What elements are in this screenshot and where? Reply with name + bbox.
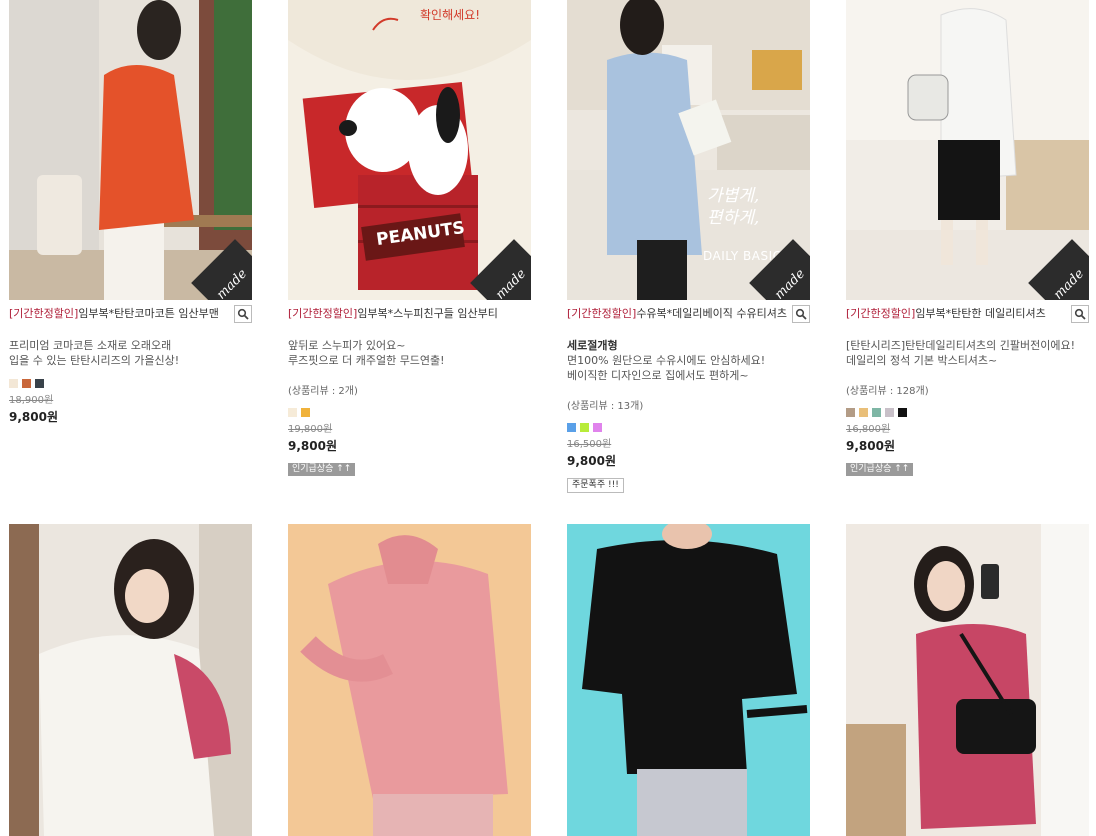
product-card[interactable]	[9, 524, 252, 836]
promo-line: 가볍게,	[707, 186, 760, 206]
color-swatches	[9, 379, 252, 388]
product-title[interactable]: [기간한정할인]임부복*탄탄코마코튼 임산부맨	[9, 303, 229, 325]
title-text: 임부복*탄탄코마코튼 임산부맨	[78, 307, 219, 320]
search-icon	[1074, 308, 1086, 320]
color-swatch	[885, 408, 894, 417]
desc-line: 면100% 원단으로 수유시에도 안심하세요!	[567, 354, 766, 367]
product-photo	[288, 524, 531, 836]
product-card[interactable]: made [기간한정할인]임부복*탄탄한 데일리티셔츠 [탄탄시리즈]탄탄데일리…	[846, 0, 1089, 476]
product-image[interactable]: made	[9, 0, 252, 300]
product-photo	[846, 0, 1089, 300]
handwritten-note: 확인해세요!	[420, 8, 481, 22]
product-title[interactable]: [기간한정할인]임부복*스누피친구들 임산부티	[288, 303, 508, 325]
color-swatch	[35, 379, 44, 388]
color-swatch	[872, 408, 881, 417]
review-count[interactable]: (상품리뷰 : 13개)	[567, 397, 810, 412]
status-badge: 주문폭주 !!!	[567, 478, 624, 493]
desc-line: 프리미엄 코마코튼 소재로 오래오래	[9, 339, 172, 352]
status-badge: 인기급상승 ↑↑	[846, 463, 914, 476]
product-image[interactable]	[288, 524, 531, 836]
zoom-button[interactable]	[1071, 305, 1089, 323]
product-image[interactable]	[846, 524, 1089, 836]
review-count[interactable]: (상품리뷰 : 128개)	[846, 382, 1089, 397]
product-photo	[846, 524, 1089, 836]
promo-line: 편하게,	[707, 208, 760, 228]
product-title[interactable]: [기간한정할인]임부복*탄탄한 데일리티셔츠	[846, 303, 1066, 325]
desc-line: 입을 수 있는 탄탄시리즈의 가을신상!	[9, 354, 180, 367]
desc-line: 데일리의 정석 기본 박스티셔츠~	[846, 354, 998, 367]
product-desc: 프리미엄 코마코튼 소재로 오래오래 입을 수 있는 탄탄시리즈의 가을신상!	[9, 338, 252, 368]
color-swatch	[898, 408, 907, 417]
color-swatch	[22, 379, 31, 388]
product-card[interactable]	[567, 524, 810, 836]
title-prefix: [기간한정할인]	[567, 307, 637, 320]
original-price: 16,800원	[846, 424, 891, 435]
search-icon	[795, 308, 807, 320]
color-swatches	[288, 408, 531, 417]
title-prefix: [기간한정할인]	[9, 307, 79, 320]
color-swatch	[567, 423, 576, 432]
original-price: 16,500원	[567, 439, 612, 450]
color-swatches	[567, 423, 810, 432]
color-swatch	[859, 408, 868, 417]
product-card[interactable]: made [기간한정할인]임부복*탄탄코마코튼 임산부맨 프리미엄 코마코튼 소…	[9, 0, 252, 425]
color-swatch	[9, 379, 18, 388]
color-swatches	[846, 408, 1089, 417]
product-card[interactable]	[846, 524, 1089, 836]
desc-line: 루즈핏으로 더 캐주얼한 무드연출!	[288, 354, 445, 367]
product-subtitle: 세로절개형	[567, 339, 618, 352]
zoom-button[interactable]	[234, 305, 252, 323]
product-desc: [탄탄시리즈]탄탄데일리티셔츠의 긴팔버전이에요! 데일리의 정석 기본 박스티…	[846, 338, 1089, 368]
title-prefix: [기간한정할인]	[288, 307, 358, 320]
product-card[interactable]	[288, 524, 531, 836]
zoom-button[interactable]	[792, 305, 810, 323]
search-icon	[237, 308, 249, 320]
product-image[interactable]: 가볍게, 편하게, DAILY BASIC made	[567, 0, 810, 300]
color-swatch	[580, 423, 589, 432]
product-title[interactable]: [기간한정할인]수유복*데일리베이직 수유티셔츠	[567, 303, 787, 325]
sale-price: 9,800원	[9, 410, 58, 424]
desc-line: [탄탄시리즈]탄탄데일리티셔츠의 긴팔버전이에요!	[846, 339, 1076, 352]
status-badge: 인기급상승 ↑↑	[288, 463, 356, 476]
product-card[interactable]: 가볍게, 편하게, DAILY BASIC made [기간한정할인]수유복*데…	[567, 0, 810, 493]
title-text: 임부복*스누피친구들 임산부티	[357, 307, 498, 320]
title-prefix: [기간한정할인]	[846, 307, 916, 320]
sale-price: 9,800원	[288, 439, 337, 453]
original-price: 18,900원	[9, 395, 54, 406]
desc-line: 앞뒤로 스누피가 있어요~	[288, 339, 406, 352]
original-price: 19,800원	[288, 424, 333, 435]
color-swatch	[846, 408, 855, 417]
sale-price: 9,800원	[567, 454, 616, 468]
product-image[interactable]	[9, 524, 252, 836]
product-photo	[9, 524, 252, 836]
color-swatch	[593, 423, 602, 432]
product-desc: 면100% 원단으로 수유시에도 안심하세요! 베이직한 디자인으로 집에서도 …	[567, 353, 810, 383]
promo-text: 가볍게, 편하게,	[707, 185, 759, 229]
desc-line: 베이직한 디자인으로 집에서도 편하게~	[567, 369, 749, 382]
color-swatch	[288, 408, 297, 417]
color-swatch	[301, 408, 310, 417]
product-card[interactable]: PEANUTS 확인해세요! made [기간한정할인]임부복*스누피친구들 임…	[288, 0, 531, 476]
review-count[interactable]: (상품리뷰 : 2개)	[288, 382, 531, 397]
title-text: 임부복*탄탄한 데일리티셔츠	[915, 307, 1046, 320]
product-image[interactable]: made	[846, 0, 1089, 300]
product-desc: 앞뒤로 스누피가 있어요~ 루즈핏으로 더 캐주얼한 무드연출!	[288, 338, 531, 368]
product-photo	[9, 0, 252, 300]
product-photo	[288, 0, 531, 300]
sale-price: 9,800원	[846, 439, 895, 453]
product-photo	[567, 524, 810, 836]
title-text: 수유복*데일리베이직 수유티셔츠	[636, 307, 787, 320]
product-image[interactable]	[567, 524, 810, 836]
product-image[interactable]: PEANUTS 확인해세요! made	[288, 0, 531, 300]
